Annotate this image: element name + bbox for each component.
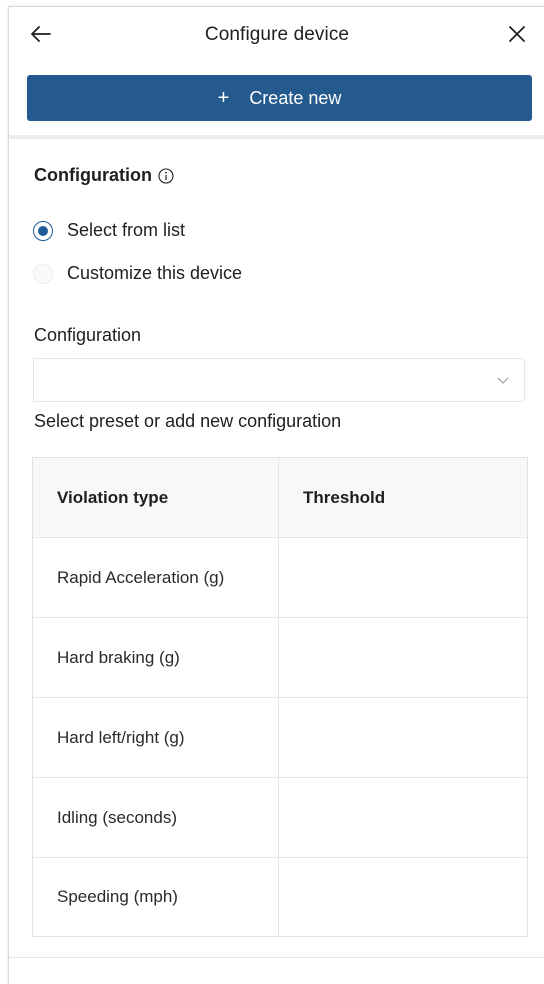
threshold-cell[interactable] [279,698,527,777]
create-section: + Create new [9,65,544,139]
create-new-button[interactable]: + Create new [27,75,532,121]
configuration-section-title: Configuration [34,165,174,186]
threshold-cell[interactable] [279,618,527,697]
violation-threshold-table: Violation type Threshold Rapid Accelerat… [32,457,528,937]
column-header-threshold: Threshold [303,487,386,507]
table-row: Idling (seconds) [33,778,527,858]
close-button[interactable] [503,20,531,48]
violation-type-cell: Speeding (mph) [33,858,279,936]
table-row: Hard left/right (g) [33,698,527,778]
close-icon [509,26,525,42]
violation-type-cell: Idling (seconds) [33,778,279,857]
threshold-cell[interactable] [279,538,527,617]
violation-type-cell: Rapid Acceleration (g) [33,538,279,617]
table-row: Speeding (mph) [33,858,527,936]
column-header-violation-type: Violation type [33,458,279,537]
table-row: Rapid Acceleration (g) [33,538,527,618]
configuration-heading: Configuration [34,165,152,185]
configuration-helper-text: Select preset or add new configuration [34,411,342,431]
configure-device-panel: Configure device + Create new Configurat… [8,6,544,984]
back-button[interactable] [27,20,55,48]
create-new-label: Create new [249,87,342,108]
info-icon[interactable] [158,167,174,184]
arrow-left-icon [31,26,51,42]
radio-label-customize-device: Customize this device [67,263,243,283]
violation-type-cell: Hard left/right (g) [33,698,279,777]
chevron-down-icon [497,377,509,384]
violation-type-cell: Hard braking (g) [33,618,279,697]
threshold-cell[interactable] [279,778,527,857]
radio-select-from-list[interactable]: Select from list [33,220,185,241]
radio-checked-icon[interactable] [33,220,53,241]
radio-label-select-from-list: Select from list [67,220,186,240]
radio-customize-device[interactable]: Customize this device [33,263,242,284]
page-title: Configure device [204,24,350,45]
configuration-field-label: Configuration [34,325,142,345]
plus-icon: + [217,87,230,109]
footer-divider [9,957,544,958]
threshold-cell[interactable] [279,858,527,936]
table-row: Hard braking (g) [33,618,527,698]
table-header-row: Violation type Threshold [33,458,527,538]
panel-header: Configure device [9,7,544,63]
radio-unchecked-icon[interactable] [33,263,53,284]
configuration-select[interactable] [33,358,525,402]
